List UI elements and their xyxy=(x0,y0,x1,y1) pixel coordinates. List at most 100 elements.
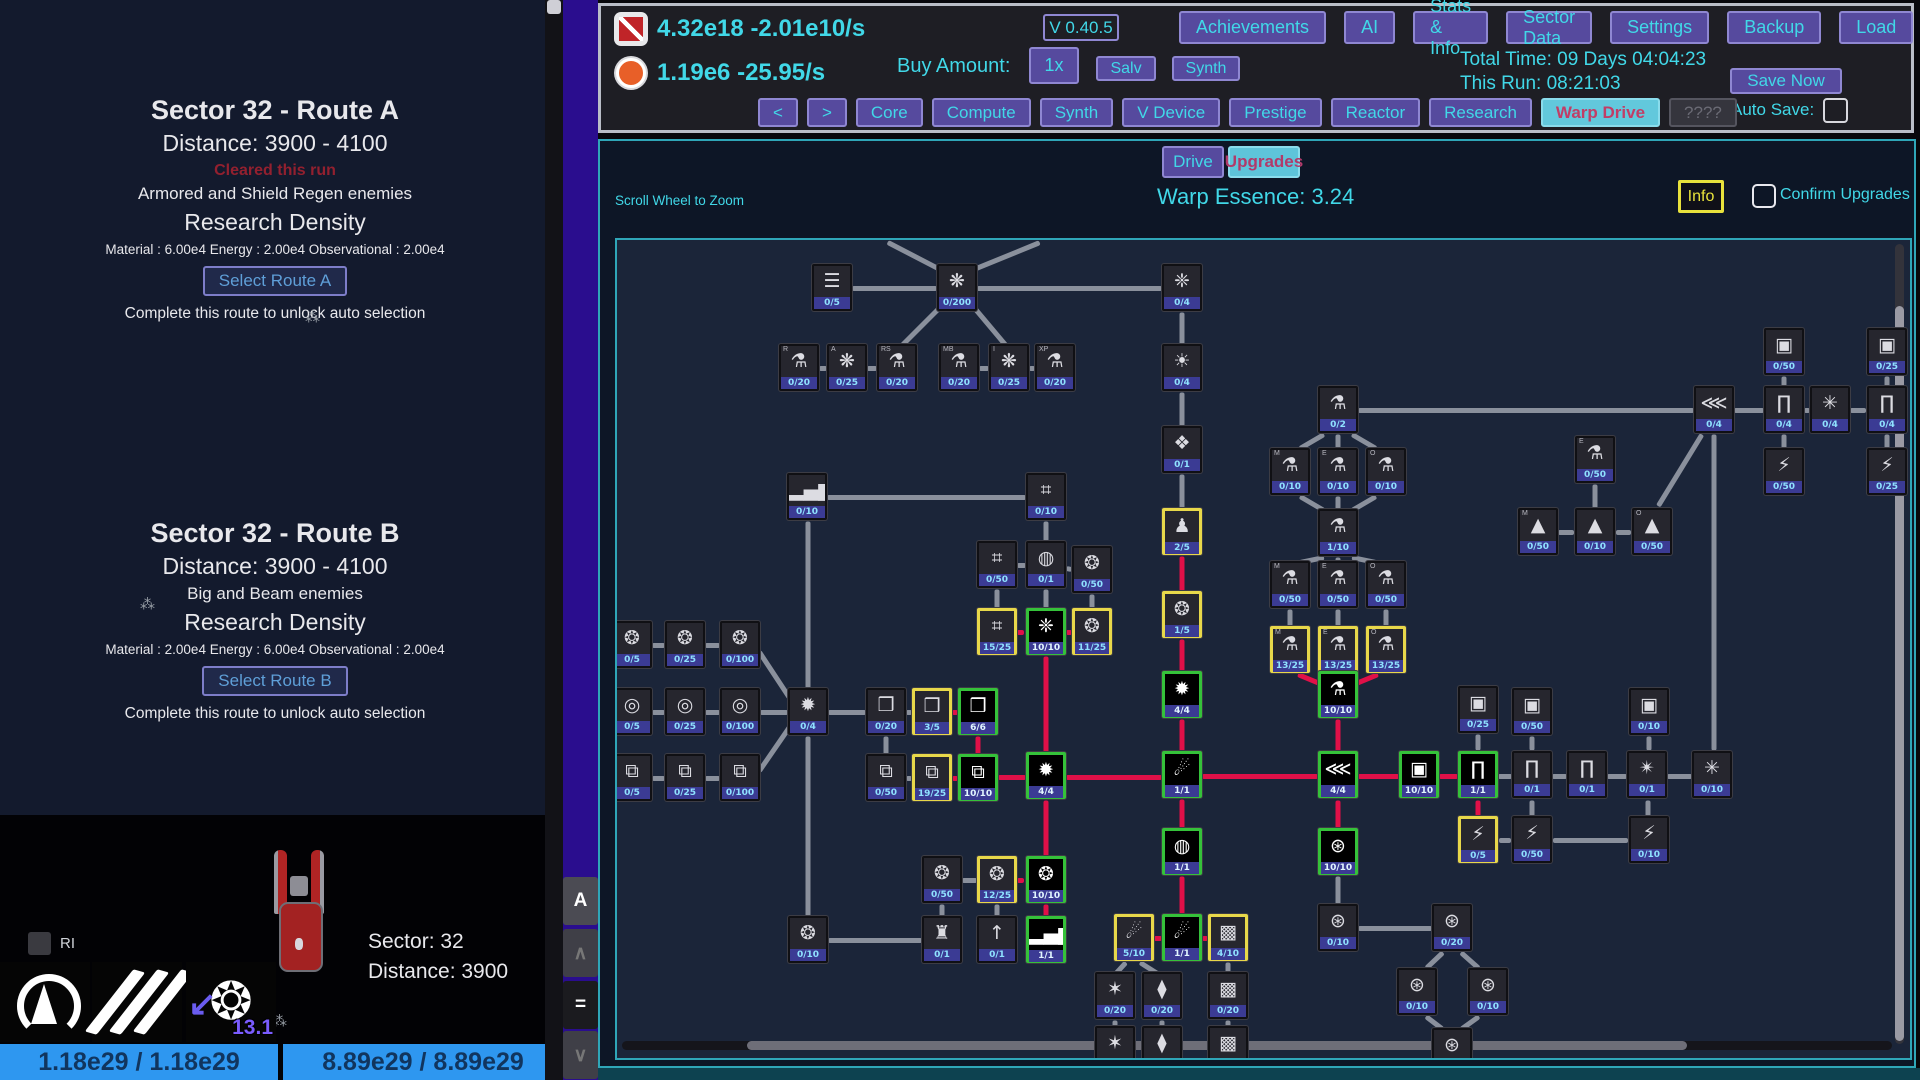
tree-node-battery[interactable]: ▣0/25 xyxy=(1458,686,1498,733)
tree-node-saturn[interactable]: ◍0/1 xyxy=(1026,541,1066,588)
tree-node-orbit[interactable]: ⊛10/10 xyxy=(1318,828,1358,875)
tree-node-mound[interactable]: ▲0/10 xyxy=(1575,508,1615,555)
tree-node-battery[interactable]: ▣0/50 xyxy=(1764,328,1804,375)
confirm-upgrades-checkbox[interactable] xyxy=(1752,184,1776,208)
tree-node-ringed[interactable]: ◎0/25 xyxy=(665,688,705,735)
tree-node-tangle[interactable]: ✳0/4 xyxy=(1810,386,1850,433)
tree-node-ringed[interactable]: ◎0/100 xyxy=(720,688,760,735)
tree-node-burst[interactable]: ✶0/20 xyxy=(1095,1026,1135,1060)
tree-node-trophy[interactable]: ❖0/1 xyxy=(1162,426,1202,473)
tab-blank[interactable]: > xyxy=(807,98,847,127)
scroll-up-button[interactable]: ∧ xyxy=(563,929,598,977)
tree-node-swirl[interactable]: ❂0/50 xyxy=(1072,546,1112,593)
tree-node-flask[interactable]: ⚗10/10 xyxy=(1318,671,1358,718)
tree-node-bolt[interactable]: ⚡0/25 xyxy=(1867,448,1907,495)
tab-blank[interactable]: < xyxy=(758,98,798,127)
tree-node-flask[interactable]: ⚗0/20MB xyxy=(939,344,979,391)
auto-button[interactable]: A xyxy=(563,877,598,925)
tree-node-bolt[interactable]: ⚡0/50 xyxy=(1764,448,1804,495)
tab-warp-drive[interactable]: Warp Drive xyxy=(1541,98,1660,127)
tab-blank[interactable]: ???? xyxy=(1669,98,1737,127)
tree-node-flask[interactable]: ⚗0/20XP xyxy=(1035,344,1075,391)
blades-module-icon[interactable] xyxy=(92,962,182,1042)
upgrade-tree-viewport[interactable]: ☰0/5❋0/200⚗0/20R❋0/25A⚗0/20RS⚗0/20MB❋0/2… xyxy=(615,238,1912,1060)
tree-node-flask[interactable]: ⚗0/50E xyxy=(1575,436,1615,483)
tree-node-brain[interactable]: ❋0/25I xyxy=(989,344,1029,391)
tree-node-brain[interactable]: ❋0/25A xyxy=(827,344,867,391)
tab-core[interactable]: Core xyxy=(856,98,923,127)
tree-node-tangle[interactable]: ✳0/10 xyxy=(1692,751,1732,798)
tree-node-claw[interactable]: ⋘0/4 xyxy=(1694,386,1734,433)
tree-node-pinwheel[interactable]: ❈10/10 xyxy=(1026,608,1066,655)
ship-module-icon[interactable] xyxy=(0,962,90,1042)
buy-mode-synth-button[interactable]: Synth xyxy=(1172,56,1240,81)
tree-node-circuit[interactable]: ⌗15/25 xyxy=(977,608,1017,655)
tree-node-chart[interactable]: ▂▄▆1/1 xyxy=(1026,916,1066,963)
info-button[interactable]: Info xyxy=(1678,180,1724,213)
tree-node-sunburst[interactable]: ✹4/4 xyxy=(1162,671,1202,718)
tree-node-comet[interactable]: ☄1/1 xyxy=(1162,914,1202,961)
select-route-b-button[interactable]: Select Route B xyxy=(202,666,347,696)
tab-drive[interactable]: Drive xyxy=(1162,146,1224,178)
tree-node-cube[interactable]: ❒0/20 xyxy=(866,688,906,735)
tree-node-rank[interactable]: ☰0/5 xyxy=(812,264,852,311)
tree-node-flask[interactable]: ⚗13/25O xyxy=(1366,626,1406,673)
tree-node-battery[interactable]: ▣10/10 xyxy=(1399,751,1439,798)
tree-node-mound[interactable]: ▲0/50O xyxy=(1632,508,1672,555)
tree-node-cubes[interactable]: ⧉0/25 xyxy=(665,754,705,801)
tree-node-capacitor[interactable]: ∏0/1 xyxy=(1512,751,1552,798)
tree-node-swirl[interactable]: ❂0/10 xyxy=(788,916,828,963)
topbar-button-backup[interactable]: Backup xyxy=(1727,11,1821,44)
tree-node-claw[interactable]: ⋘4/4 xyxy=(1318,751,1358,798)
tree-node-pedestal[interactable]: ♜0/1 xyxy=(922,916,962,963)
tree-node-chart[interactable]: ▂▄▆0/10 xyxy=(787,473,827,520)
tree-node-capacitor[interactable]: ∏0/4 xyxy=(1764,386,1804,433)
save-now-button[interactable]: Save Now xyxy=(1730,68,1842,94)
tree-node-comet[interactable]: ☄5/10 xyxy=(1114,914,1154,961)
tree-node-cubes[interactable]: ⧉19/25 xyxy=(912,754,952,801)
buy-amount-1x-button[interactable]: 1x xyxy=(1029,47,1079,84)
tree-node-swirl[interactable]: ❂10/10 xyxy=(1026,856,1066,903)
tree-node-orbit[interactable]: ⊛0/10 xyxy=(1318,904,1358,951)
tab-compute[interactable]: Compute xyxy=(932,98,1031,127)
tree-node-orbit[interactable]: ⊛0/10 xyxy=(1468,968,1508,1015)
tree-node-flask[interactable]: ⚗13/25E xyxy=(1318,626,1358,673)
tree-node-flask[interactable]: ⚗0/20R xyxy=(779,344,819,391)
tree-node-capacitor[interactable]: ∏1/1 xyxy=(1458,751,1498,798)
tree-node-honeycomb[interactable]: ▩4/10 xyxy=(1208,914,1248,961)
topbar-button-load[interactable]: Load xyxy=(1839,11,1913,44)
tree-node-battery[interactable]: ▣0/25 xyxy=(1867,328,1907,375)
tab-synth[interactable]: Synth xyxy=(1040,98,1113,127)
tree-node-ringed[interactable]: ◎0/5 xyxy=(615,688,652,735)
tree-horizontal-scrollbar[interactable] xyxy=(622,1041,1892,1050)
tree-node-saturn[interactable]: ◍1/1 xyxy=(1162,828,1202,875)
tree-node-cubes[interactable]: ⧉0/100 xyxy=(720,754,760,801)
buy-mode-salv-button[interactable]: Salv xyxy=(1096,56,1156,81)
tree-node-flask[interactable]: ⚗13/25M xyxy=(1270,626,1310,673)
left-panel-scrollbar-thumb[interactable] xyxy=(547,0,561,14)
tree-node-comet[interactable]: ☄1/1 xyxy=(1162,751,1202,798)
scroll-down-button[interactable]: ∨ xyxy=(563,1031,598,1079)
tree-node-honeycomb[interactable]: ▩0/20 xyxy=(1208,972,1248,1019)
tree-node-swirl[interactable]: ❂11/25 xyxy=(1072,608,1112,655)
tree-node-bolt[interactable]: ⚡0/5 xyxy=(1458,816,1498,863)
tree-node-flask[interactable]: ⚗0/10E xyxy=(1318,448,1358,495)
tab-research[interactable]: Research xyxy=(1429,98,1532,127)
tree-node-capacitor[interactable]: ∏0/4 xyxy=(1867,386,1907,433)
tree-node-bolt[interactable]: ⚡0/10 xyxy=(1629,816,1669,863)
tree-node-flask[interactable]: ⚗0/50E xyxy=(1318,561,1358,608)
equalize-button[interactable]: = xyxy=(563,981,598,1029)
tab-v-device[interactable]: V Device xyxy=(1122,98,1220,127)
tree-node-capacitor[interactable]: ∏0/1 xyxy=(1567,751,1607,798)
tab-upgrades[interactable]: Upgrades xyxy=(1228,146,1300,178)
tree-node-flask[interactable]: ⚗0/10M xyxy=(1270,448,1310,495)
tree-node-mound[interactable]: ▲0/50M xyxy=(1518,508,1558,555)
tree-node-orbit[interactable]: ⊛0/20 xyxy=(1432,1028,1472,1060)
tree-node-flask[interactable]: ⚗0/2 xyxy=(1318,386,1358,433)
tree-node-battery[interactable]: ▣0/10 xyxy=(1629,688,1669,735)
tree-node-burst[interactable]: ✶0/20 xyxy=(1095,972,1135,1019)
auto-save-checkbox[interactable] xyxy=(1823,98,1848,123)
ri-checkbox[interactable] xyxy=(28,932,51,955)
tree-node-flask[interactable]: ⚗1/10 xyxy=(1318,509,1358,556)
tree-node-flask[interactable]: ⚗0/50O xyxy=(1366,561,1406,608)
